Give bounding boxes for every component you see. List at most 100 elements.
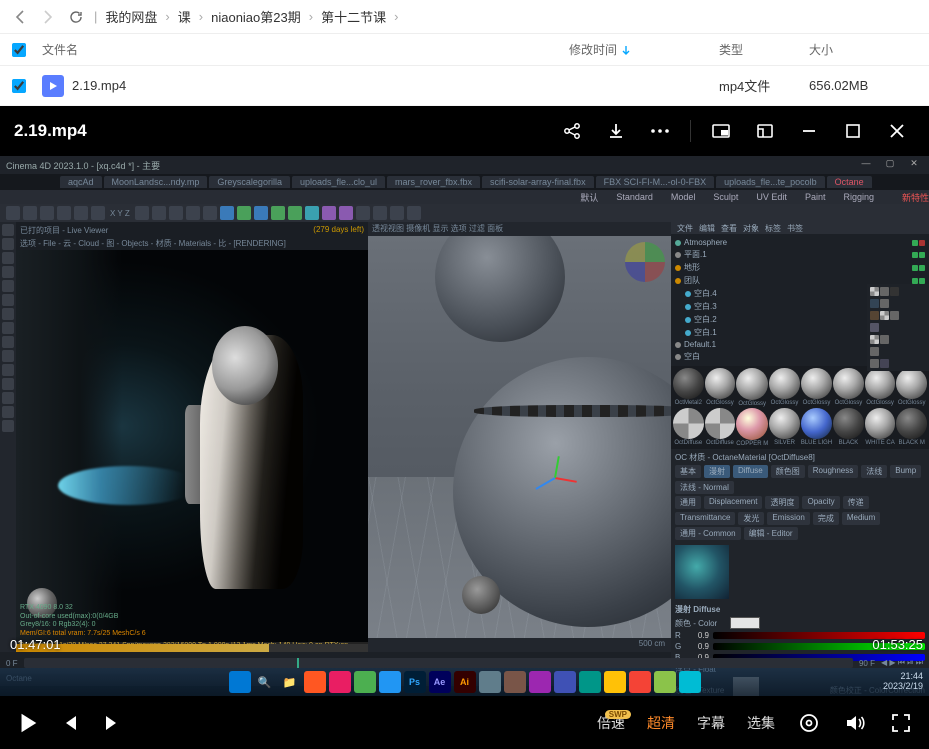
taskbar-icon[interactable] (579, 671, 601, 693)
me-tab[interactable]: Bump (890, 465, 921, 478)
subtitle-button[interactable]: 字幕 (697, 713, 725, 733)
layout-btn[interactable]: UV Edit (756, 192, 787, 202)
c4d-viewport[interactable]: 透视视图 摄像机 显示 选项 过滤 面板 500 cm (368, 222, 671, 652)
material-ball[interactable]: WHITE CA (865, 408, 896, 447)
me-tab[interactable]: Roughness (808, 465, 858, 478)
row-checkbox[interactable] (12, 79, 26, 93)
layout-btn[interactable]: Rigging (843, 192, 874, 202)
viewport-nav-cube[interactable] (625, 242, 665, 282)
me-tab[interactable]: Opacity (802, 496, 839, 509)
crumb[interactable]: niaoniao第23期 (209, 7, 303, 26)
c4d-tab[interactable]: aqcAd (60, 176, 102, 188)
material-preview[interactable] (675, 545, 729, 599)
layout-btn[interactable]: Paint (805, 192, 826, 202)
taskbar-icon[interactable] (504, 671, 526, 693)
me-tab[interactable]: Emission (767, 512, 809, 525)
me-tab[interactable]: 完成 (813, 512, 839, 525)
tool-icon[interactable] (2, 392, 14, 404)
col-size[interactable]: 大小 (809, 41, 929, 58)
material-ball[interactable]: OctGlossy (833, 368, 864, 407)
taskbar-icon[interactable] (329, 671, 351, 693)
close-icon[interactable] (879, 113, 915, 149)
episodes-button[interactable]: 选集 (747, 713, 775, 733)
taskbar-icon[interactable] (554, 671, 576, 693)
tool-icon[interactable] (40, 206, 54, 220)
taskbar-icon[interactable]: Ae (429, 671, 451, 693)
tool-icon[interactable] (254, 206, 268, 220)
om-tab[interactable]: 标签 (765, 223, 781, 233)
tool-icon[interactable] (305, 206, 319, 220)
object-row[interactable]: Atmosphere (675, 237, 925, 248)
maximize-icon[interactable] (835, 113, 871, 149)
me-tab[interactable]: 漫射 (704, 465, 730, 478)
taskbar-icon[interactable]: 📁 (279, 671, 301, 693)
om-tab[interactable]: 查看 (721, 223, 737, 233)
tool-icon[interactable] (2, 238, 14, 250)
select-all-checkbox[interactable] (12, 43, 26, 57)
tool-icon[interactable] (2, 350, 14, 362)
tool-icon[interactable] (2, 308, 14, 320)
taskbar-icon[interactable] (229, 671, 251, 693)
tool-icon[interactable] (390, 206, 404, 220)
nav-forward-button[interactable] (36, 5, 60, 29)
quality-button[interactable]: 超清 (647, 713, 675, 733)
tool-icon[interactable] (2, 266, 14, 278)
play-button[interactable] (16, 711, 40, 735)
crumb[interactable]: 课 (176, 7, 193, 26)
layout-btn[interactable]: Model (671, 192, 696, 202)
object-row[interactable]: 地形 (675, 261, 925, 274)
me-tab[interactable]: 通用 (675, 496, 701, 509)
material-ball[interactable]: OctMetal2 (673, 368, 704, 407)
tool-icon[interactable] (169, 206, 183, 220)
material-ball[interactable]: COPPER M (736, 408, 768, 447)
taskbar-icon[interactable] (479, 671, 501, 693)
tool-icon[interactable] (2, 420, 14, 432)
prev-button[interactable] (58, 711, 82, 735)
tool-icon[interactable] (322, 206, 336, 220)
me-tab[interactable]: 基本 (675, 465, 701, 478)
tool-icon[interactable] (2, 364, 14, 376)
material-ball[interactable]: SILVER (769, 408, 800, 447)
color-swatch[interactable] (730, 617, 760, 629)
nav-back-button[interactable] (8, 5, 32, 29)
c4d-tab[interactable]: uploads_fle...clo_ul (292, 176, 385, 188)
crumb[interactable]: 我的网盘 (103, 7, 159, 26)
tool-icon[interactable] (2, 280, 14, 292)
me-tab[interactable]: 发光 (738, 512, 764, 525)
material-ball[interactable]: BLUE LIGH (801, 408, 832, 447)
tool-icon[interactable] (6, 206, 20, 220)
c4d-tab[interactable]: Greyscalegorilla (209, 176, 290, 188)
om-tab[interactable]: 对象 (743, 223, 759, 233)
video-content[interactable]: Cinema 4D 2023.1.0 - [xq.c4d *] - 主要 —▢✕… (0, 156, 929, 696)
om-tab[interactable]: 书签 (787, 223, 803, 233)
material-ball[interactable]: OctGlossy (865, 368, 896, 407)
me-tab[interactable]: Displacement (704, 496, 762, 509)
tool-icon[interactable] (220, 206, 234, 220)
tool-icon[interactable] (407, 206, 421, 220)
tool-icon[interactable] (57, 206, 71, 220)
taskbar-icon[interactable]: Ps (404, 671, 426, 693)
c4d-tab[interactable]: mars_rover_fbx.fbx (387, 176, 480, 188)
c4d-tab[interactable]: uploads_fle...te_pocolb (716, 176, 825, 188)
layout-btn[interactable]: 默认 (580, 191, 598, 204)
c4d-newstuff[interactable]: 新特性 (902, 191, 929, 204)
tool-icon[interactable] (2, 322, 14, 334)
volume-icon[interactable] (843, 711, 867, 735)
me-tab[interactable]: 通用 - Common (675, 527, 741, 540)
tool-icon[interactable] (288, 206, 302, 220)
me-tab[interactable]: 透明度 (765, 496, 799, 509)
tool-icon[interactable] (203, 206, 217, 220)
tool-icon[interactable] (2, 406, 14, 418)
material-ball[interactable]: BLACK (833, 408, 864, 447)
tool-icon[interactable] (23, 206, 37, 220)
layout-btn[interactable]: Sculpt (713, 192, 738, 202)
tool-icon[interactable] (2, 336, 14, 348)
taskbar-icon[interactable] (379, 671, 401, 693)
window-icon[interactable] (747, 113, 783, 149)
material-ball[interactable]: OctGlossy (705, 368, 736, 407)
minimize-icon[interactable] (791, 113, 827, 149)
taskbar-icon[interactable] (304, 671, 326, 693)
me-tab[interactable]: 编辑 - Editor (744, 527, 798, 540)
taskbar-icon[interactable] (679, 671, 701, 693)
pip-icon[interactable] (703, 113, 739, 149)
